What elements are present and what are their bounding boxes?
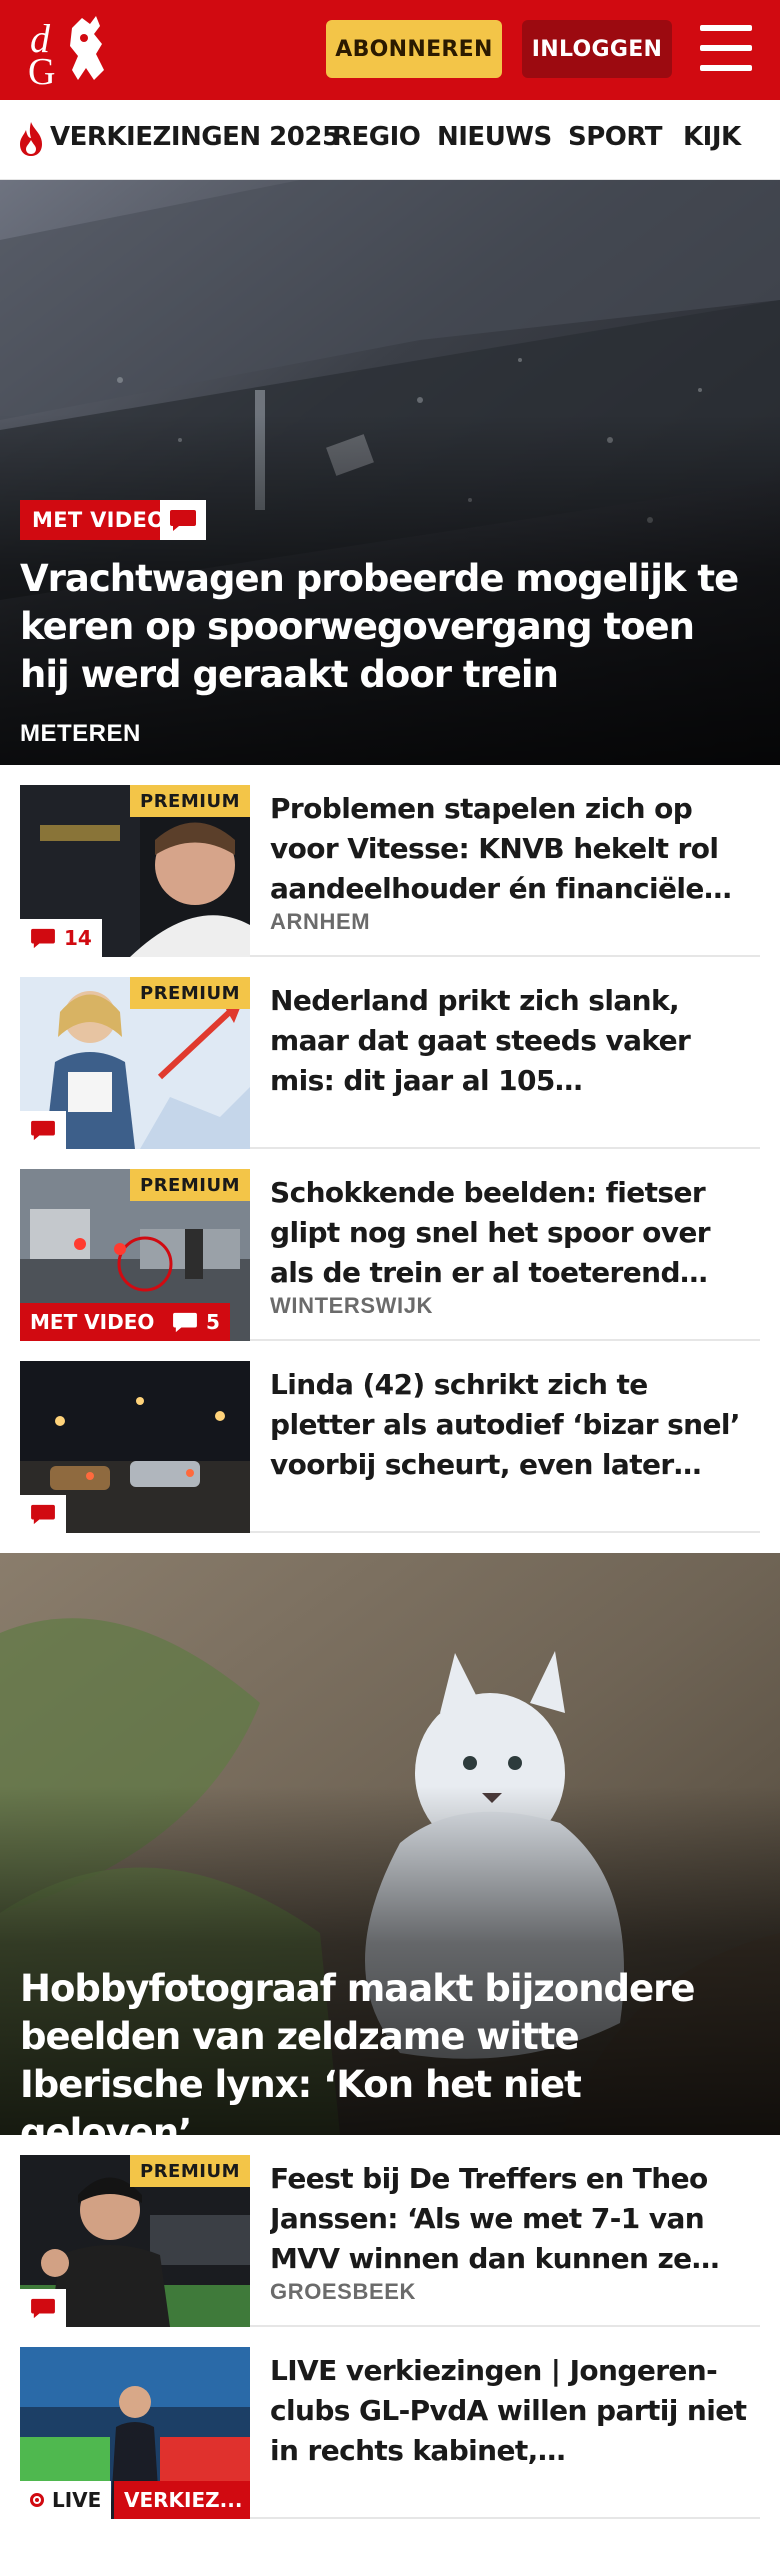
list-item[interactable]: PREMIUM Nederland prikt zich slank, maar… xyxy=(20,957,760,1149)
comment-icon xyxy=(31,928,55,949)
article-thumbnail: PREMIUM xyxy=(20,2155,250,2327)
hero-article-train[interactable]: MET VIDEO Vrachtwagen probeerde mogelijk… xyxy=(0,180,780,765)
article-thumbnail: LIVE VERKIEZ... xyxy=(20,2347,250,2519)
hero-article-lynx[interactable]: Hobbyfotograaf maakt bijzondere beelden … xyxy=(0,1553,780,2135)
article-location: ARNHEM xyxy=(270,909,371,934)
comment-icon xyxy=(160,500,206,540)
comment-count xyxy=(20,2289,66,2327)
comment-icon xyxy=(31,1120,55,1141)
flame-icon xyxy=(20,122,42,156)
topic-badge: VERKIEZ... xyxy=(114,2481,250,2519)
article-thumbnail: PREMIUM xyxy=(20,977,250,1149)
hero-title[interactable]: Hobbyfotograaf maakt bijzondere beelden … xyxy=(20,1965,740,2135)
premium-badge: PREMIUM xyxy=(130,977,250,1009)
comment-count: 5 xyxy=(162,1303,230,1341)
hero-title[interactable]: Vrachtwagen probeerde mogelijk te keren … xyxy=(20,555,740,699)
article-location: GROESBEEK xyxy=(270,2279,416,2304)
article-thumbnail xyxy=(20,1361,250,1533)
list-item[interactable]: LIVE VERKIEZ... LIVE verkiezingen | Jong… xyxy=(20,2327,760,2519)
article-title[interactable]: Linda (42) schrikt zich te pletter als a… xyxy=(270,1365,750,1485)
article-title[interactable]: Problemen stapelen zich op voor Vitesse:… xyxy=(270,789,750,909)
nav-item-sport[interactable]: SPORT xyxy=(568,122,662,152)
article-thumbnail: PREMIUM MET VIDEO 5 xyxy=(20,1169,250,1341)
hero-location: METEREN xyxy=(20,720,141,747)
comment-count: 14 xyxy=(20,919,102,957)
live-dot-icon xyxy=(30,2493,44,2507)
video-badge: MET VIDEO xyxy=(20,500,178,540)
article-title[interactable]: LIVE verkiezingen | Jongeren­clubs GL-Pv… xyxy=(270,2351,750,2471)
nav-item-regio[interactable]: REGIO xyxy=(332,122,421,152)
nav-item-kijk[interactable]: KIJK xyxy=(683,122,741,152)
logo[interactable]: d G xyxy=(20,10,120,93)
top-bar: d G ABONNEREN INLOGGEN xyxy=(0,0,780,100)
svg-text:G: G xyxy=(28,51,55,90)
premium-badge: PREMIUM xyxy=(130,785,250,817)
comment-count-value: 5 xyxy=(206,1310,220,1334)
article-title[interactable]: Nederland prikt zich slank, maar dat gaa… xyxy=(270,981,750,1101)
nav-item-verkiezingen[interactable]: VERKIEZINGEN 2025 xyxy=(50,122,340,152)
video-badge: MET VIDEO xyxy=(20,1303,165,1341)
subscribe-button[interactable]: ABONNEREN xyxy=(326,20,502,78)
comment-count-value: 14 xyxy=(64,926,92,950)
live-label: LIVE xyxy=(52,2488,102,2512)
article-title[interactable]: Feest bij De Treffers en Theo Janssen: ‘… xyxy=(270,2159,750,2279)
article-location: WINTERSWIJK xyxy=(270,1293,434,1318)
comment-icon xyxy=(173,1312,197,1333)
list-item[interactable]: PREMIUM 14 Problemen stapelen zich op vo… xyxy=(20,765,760,957)
list-item[interactable]: PREMIUM MET VIDEO 5 Schokkende beelden: … xyxy=(20,1149,760,1341)
list-item[interactable]: PREMIUM Feest bij De Treffers en Theo Ja… xyxy=(20,2135,760,2327)
section-nav: VERKIEZINGEN 2025 REGIO NIEUWS SPORT KIJ… xyxy=(0,100,780,180)
premium-badge: PREMIUM xyxy=(130,2155,250,2187)
comment-count xyxy=(20,1111,66,1149)
comment-count xyxy=(20,1495,66,1533)
article-thumbnail: PREMIUM 14 xyxy=(20,785,250,957)
login-button[interactable]: INLOGGEN xyxy=(522,20,672,78)
hamburger-menu-icon[interactable] xyxy=(700,25,752,71)
list-item[interactable]: Linda (42) schrikt zich te pletter als a… xyxy=(20,1341,760,1533)
nav-item-nieuws[interactable]: NIEUWS xyxy=(437,122,552,152)
article-title[interactable]: Schokkende beelden: fietser glipt nog sn… xyxy=(270,1173,750,1293)
comment-icon xyxy=(31,1504,55,1525)
comment-icon xyxy=(31,2298,55,2319)
premium-badge: PREMIUM xyxy=(130,1169,250,1201)
live-badge: LIVE xyxy=(20,2481,112,2519)
